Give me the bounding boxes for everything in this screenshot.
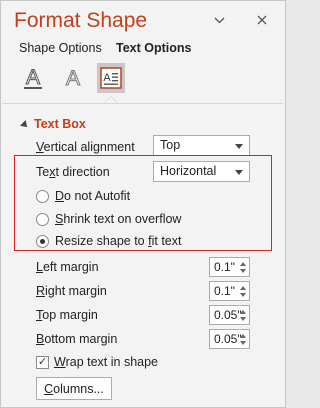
dropdown-arrow-icon [235, 144, 243, 149]
close-icon[interactable] [252, 10, 272, 30]
textbox-icon[interactable]: A [97, 63, 125, 93]
pane-title-bar: Format Shape [1, 1, 285, 39]
spin-up-icon[interactable] [240, 334, 246, 338]
left-margin-label: Left margin [36, 260, 99, 274]
svg-text:A: A [66, 67, 80, 90]
text-effects-icon[interactable]: A [59, 63, 87, 93]
spin-down-icon[interactable] [240, 269, 246, 273]
bottom-margin-label: Bottom margin [36, 332, 118, 346]
radio-label: Shrink text on overflow [55, 212, 182, 226]
columns-button[interactable]: Columns... [36, 377, 112, 400]
top-margin-label: Top margin [36, 308, 98, 322]
format-shape-pane: Format Shape Shape Options Text Options … [0, 0, 286, 408]
options-tabs: Shape Options Text Options [1, 41, 285, 59]
svg-text:A: A [26, 66, 40, 89]
left-margin-spinner[interactable]: 0.1" [209, 257, 250, 277]
tab-shape-options[interactable]: Shape Options [19, 41, 102, 55]
text-options-icon-row: A A A [1, 63, 285, 101]
spin-down-icon[interactable] [240, 341, 246, 345]
radio-do-not-autofit[interactable]: Do not Autofit [36, 189, 130, 203]
spin-up-icon[interactable] [240, 310, 246, 314]
right-margin-label: Right margin [36, 284, 107, 298]
pane-title: Format Shape [14, 9, 148, 32]
chevron-down-icon[interactable] [209, 10, 229, 30]
wrap-text-checkbox[interactable]: ✓ [36, 355, 49, 369]
spin-down-icon[interactable] [240, 293, 246, 297]
bottom-margin-spinner[interactable]: 0.05" [209, 329, 250, 349]
vertical-alignment-select[interactable]: Top [153, 135, 250, 156]
wrap-text-in-shape-option[interactable]: ✓ Wrap text in shape [36, 355, 158, 369]
right-margin-value: 0.1" [214, 284, 235, 298]
radio-label: Do not Autofit [55, 189, 131, 203]
spin-down-icon[interactable] [240, 317, 246, 321]
radio-shrink-text-on-overflow[interactable]: Shrink text on overflow [36, 212, 181, 226]
section-text-box[interactable]: Text Box [20, 116, 86, 132]
bottom-margin-value: 0.05" [214, 332, 242, 346]
vertical-alignment-value: Top [160, 138, 181, 152]
section-title: Text Box [34, 117, 86, 131]
top-margin-spinner[interactable]: 0.05" [209, 305, 250, 325]
radio-label: Resize shape to fit text [55, 234, 182, 248]
vertical-alignment-label: Vertical alignment [36, 140, 135, 154]
radio-button-selected[interactable] [36, 234, 49, 248]
svg-text:A: A [103, 72, 111, 84]
radio-button[interactable] [36, 189, 49, 203]
spin-up-icon[interactable] [240, 286, 246, 290]
text-fill-outline-icon[interactable]: A [19, 63, 47, 93]
wrap-text-label: Wrap text in shape [54, 355, 158, 369]
tab-divider [3, 103, 283, 104]
spin-up-icon[interactable] [240, 262, 246, 266]
right-margin-spinner[interactable]: 0.1" [209, 281, 250, 301]
radio-button[interactable] [36, 212, 49, 226]
radio-resize-shape-to-fit-text[interactable]: Resize shape to fit text [36, 234, 181, 248]
left-margin-value: 0.1" [214, 260, 235, 274]
tab-text-options[interactable]: Text Options [116, 41, 191, 55]
top-margin-value: 0.05" [214, 308, 242, 322]
section-expanded-icon [20, 120, 30, 130]
